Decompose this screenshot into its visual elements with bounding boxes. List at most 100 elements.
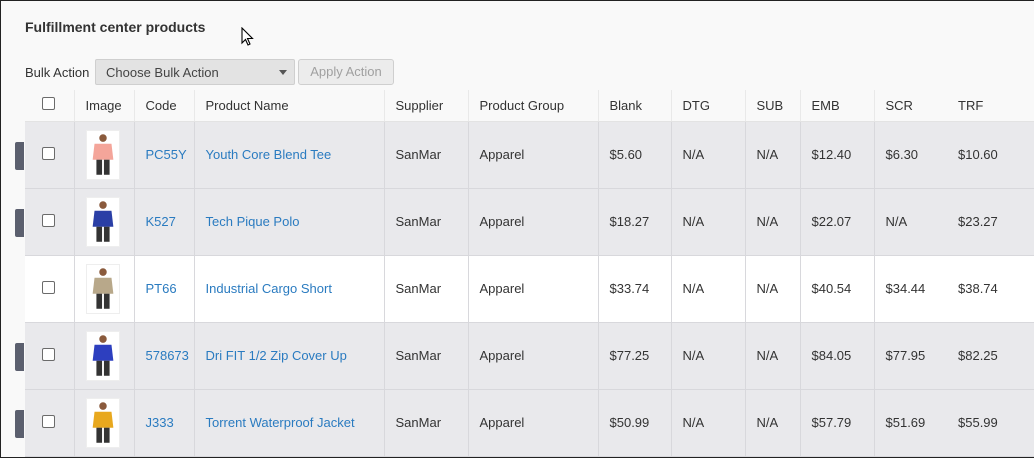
row-drag-handle[interactable] <box>15 410 24 438</box>
product-code-link[interactable]: 578673 <box>146 348 189 363</box>
product-group-cell: Apparel <box>467 389 599 457</box>
product-name-link[interactable]: Dri FIT 1/2 Zip Cover Up <box>206 348 347 363</box>
pullover-product-image-icon[interactable] <box>85 330 120 381</box>
row-select-checkbox[interactable] <box>42 414 55 428</box>
sub-price-cell: N/A <box>745 188 800 256</box>
product-code-link[interactable]: PC55Y <box>146 147 187 162</box>
product-image-cell <box>73 255 135 323</box>
row-select-cell <box>25 121 74 189</box>
column-header-group[interactable]: Product Group <box>467 90 599 122</box>
blank-price-cell: $5.60 <box>598 121 671 189</box>
product-name-link[interactable]: Industrial Cargo Short <box>206 281 332 296</box>
select-all-cell <box>25 90 74 122</box>
product-code-cell: PT66 <box>134 255 194 323</box>
sub-price-cell: N/A <box>745 322 800 390</box>
column-header-sub[interactable]: SUB <box>745 90 800 122</box>
sub-price-cell: N/A <box>745 121 800 189</box>
product-name-link[interactable]: Torrent Waterproof Jacket <box>206 415 355 430</box>
emb-price-cell: $40.54 <box>799 255 875 323</box>
dtg-price-cell: N/A <box>670 121 746 189</box>
supplier-cell: SanMar <box>384 188 468 256</box>
mouse-cursor-icon <box>241 27 254 46</box>
product-name-cell: Tech Pique Polo <box>193 188 385 256</box>
scr-price-cell: $6.30 <box>874 121 947 189</box>
row-drag-handle[interactable] <box>15 142 24 170</box>
column-header-code[interactable]: Code <box>134 90 194 122</box>
product-group-cell: Apparel <box>467 255 599 323</box>
row-select-checkbox[interactable] <box>42 213 55 227</box>
product-name-link[interactable]: Tech Pique Polo <box>206 214 300 229</box>
blank-price-cell: $50.99 <box>598 389 671 457</box>
table-header-row: Image Code Product Name Supplier Product… <box>25 90 1034 122</box>
product-code-cell: PC55Y <box>134 121 194 189</box>
product-group-cell: Apparel <box>467 322 599 390</box>
row-select-checkbox[interactable] <box>42 146 55 160</box>
sub-price-cell: N/A <box>745 255 800 323</box>
product-code-cell: J333 <box>134 389 194 457</box>
bulk-action-label: Bulk Action <box>25 65 90 80</box>
row-select-checkbox[interactable] <box>42 347 55 361</box>
scr-price-cell: $34.44 <box>874 255 947 323</box>
column-header-emb[interactable]: EMB <box>799 90 875 122</box>
product-code-cell: 578673 <box>134 322 194 390</box>
emb-price-cell: $84.05 <box>799 322 875 390</box>
row-drag-handle[interactable] <box>15 209 24 237</box>
row-select-cell <box>25 188 74 256</box>
column-header-supplier[interactable]: Supplier <box>384 90 468 122</box>
scr-price-cell: N/A <box>874 188 947 256</box>
trf-price-cell: $38.74 <box>947 255 1034 323</box>
table-row[interactable]: PC55Y Youth Core Blend Tee SanMar Apparel $5… <box>25 121 1034 189</box>
scr-price-cell: $51.69 <box>874 389 947 457</box>
dtg-price-cell: N/A <box>670 322 746 390</box>
emb-price-cell: $12.40 <box>799 121 875 189</box>
blank-price-cell: $18.27 <box>598 188 671 256</box>
trf-price-cell: $82.25 <box>947 322 1034 390</box>
product-code-link[interactable]: J333 <box>146 415 174 430</box>
row-select-checkbox[interactable] <box>42 280 55 294</box>
product-name-cell: Torrent Waterproof Jacket <box>193 389 385 457</box>
product-code-link[interactable]: K527 <box>146 214 176 229</box>
shorts-product-image-icon[interactable] <box>85 263 120 314</box>
column-header-blank[interactable]: Blank <box>598 90 671 122</box>
column-header-dtg[interactable]: DTG <box>670 90 746 122</box>
trf-price-cell: $10.60 <box>947 121 1034 189</box>
blank-price-cell: $77.25 <box>598 322 671 390</box>
supplier-cell: SanMar <box>384 322 468 390</box>
product-code-link[interactable]: PT66 <box>146 281 177 296</box>
product-image-cell <box>73 121 135 189</box>
emb-price-cell: $57.79 <box>799 389 875 457</box>
emb-price-cell: $22.07 <box>799 188 875 256</box>
product-name-cell: Dri FIT 1/2 Zip Cover Up <box>193 322 385 390</box>
dtg-price-cell: N/A <box>670 188 746 256</box>
apply-action-button[interactable]: Apply Action <box>298 59 394 85</box>
row-select-cell <box>25 389 74 457</box>
supplier-cell: SanMar <box>384 255 468 323</box>
row-drag-handle[interactable] <box>15 343 24 371</box>
trf-price-cell: $23.27 <box>947 188 1034 256</box>
page-title: Fulfillment center products <box>25 19 206 35</box>
column-header-scr[interactable]: SCR <box>874 90 947 122</box>
chevron-down-icon <box>279 70 287 75</box>
tshirt-product-image-icon[interactable] <box>85 129 120 180</box>
sub-price-cell: N/A <box>745 389 800 457</box>
product-code-cell: K527 <box>134 188 194 256</box>
product-name-link[interactable]: Youth Core Blend Tee <box>206 147 332 162</box>
polo-product-image-icon[interactable] <box>85 196 120 247</box>
column-header-trf[interactable]: TRF <box>947 90 1034 122</box>
dtg-price-cell: N/A <box>670 255 746 323</box>
bulk-action-select-value: Choose Bulk Action <box>106 65 219 80</box>
product-image-cell <box>73 322 135 390</box>
product-group-cell: Apparel <box>467 121 599 189</box>
product-image-cell <box>73 188 135 256</box>
table-row[interactable]: J333 Torrent Waterproof Jacket SanMar Appar… <box>25 389 1034 457</box>
products-table: Image Code Product Name Supplier Product… <box>25 90 1034 457</box>
table-row[interactable]: 578673 Dri FIT 1/2 Zip Cover Up SanMar Appa… <box>25 322 1034 390</box>
row-select-cell <box>25 322 74 390</box>
supplier-cell: SanMar <box>384 121 468 189</box>
select-all-checkbox[interactable] <box>42 97 55 111</box>
jacket-product-image-icon[interactable] <box>85 397 120 448</box>
table-row[interactable]: K527 Tech Pique Polo SanMar Apparel $18.27 N/… <box>25 188 1034 256</box>
bulk-action-select[interactable]: Choose Bulk Action <box>95 59 295 85</box>
column-header-name[interactable]: Product Name <box>193 90 385 122</box>
table-row[interactable]: PT66 Industrial Cargo Short SanMar Apparel $… <box>25 255 1034 323</box>
